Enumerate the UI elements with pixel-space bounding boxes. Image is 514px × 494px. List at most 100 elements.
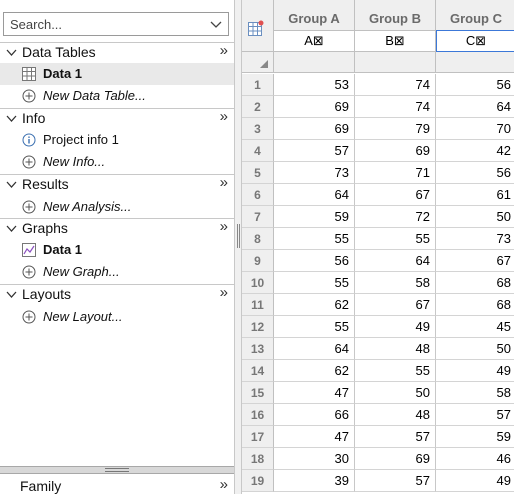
chevron-down-icon[interactable] bbox=[6, 289, 17, 300]
column-header-group-c[interactable]: Group C C⊠ bbox=[436, 0, 514, 52]
column-title[interactable]: Group A bbox=[274, 11, 354, 26]
table-cell[interactable]: 48 bbox=[355, 338, 436, 360]
table-cell[interactable]: 69 bbox=[274, 118, 355, 140]
vertical-splitter[interactable] bbox=[234, 0, 242, 494]
row-number[interactable]: 13 bbox=[242, 338, 274, 360]
table-cell[interactable]: 66 bbox=[274, 404, 355, 426]
table-cell[interactable]: 49 bbox=[355, 316, 436, 338]
row-number[interactable]: 15 bbox=[242, 382, 274, 404]
table-cell[interactable]: 73 bbox=[274, 162, 355, 184]
row-number[interactable]: 10 bbox=[242, 272, 274, 294]
row-number[interactable]: 16 bbox=[242, 404, 274, 426]
table-cell[interactable]: 69 bbox=[355, 448, 436, 470]
column-title[interactable]: Group C bbox=[436, 11, 514, 26]
row-number[interactable]: 19 bbox=[242, 470, 274, 492]
table-cell[interactable]: 55 bbox=[355, 228, 436, 250]
table-cell[interactable]: 49 bbox=[436, 360, 514, 382]
table-cell[interactable]: 48 bbox=[355, 404, 436, 426]
row-number[interactable]: 6 bbox=[242, 184, 274, 206]
table-cell[interactable]: 39 bbox=[274, 470, 355, 492]
new-graph-item[interactable]: New Graph... bbox=[0, 261, 234, 283]
chevron-down-icon[interactable] bbox=[6, 47, 17, 58]
table-cell[interactable]: 57 bbox=[355, 470, 436, 492]
table-cell[interactable]: 55 bbox=[274, 316, 355, 338]
table-cell[interactable]: 56 bbox=[274, 250, 355, 272]
chevron-down-icon[interactable] bbox=[6, 179, 17, 190]
table-cell[interactable]: 62 bbox=[274, 294, 355, 316]
new-layout-item[interactable]: New Layout... bbox=[0, 306, 234, 328]
table-cell[interactable]: 30 bbox=[274, 448, 355, 470]
nav-item-project-info[interactable]: Project info 1 bbox=[0, 129, 234, 151]
table-cell[interactable]: 45 bbox=[436, 316, 514, 338]
table-cell[interactable]: 67 bbox=[355, 294, 436, 316]
table-cell[interactable]: 67 bbox=[436, 250, 514, 272]
column-header-group-a[interactable]: Group A A⊠ bbox=[274, 0, 355, 52]
table-cell[interactable]: 47 bbox=[274, 426, 355, 448]
table-cell[interactable]: 68 bbox=[436, 294, 514, 316]
table-cell[interactable]: 67 bbox=[355, 184, 436, 206]
horizontal-splitter[interactable] bbox=[0, 466, 234, 474]
column-subtitle[interactable]: A⊠ bbox=[274, 30, 354, 52]
table-cell[interactable]: 68 bbox=[436, 272, 514, 294]
table-cell[interactable]: 49 bbox=[436, 470, 514, 492]
section-family[interactable]: Family » bbox=[0, 476, 234, 494]
column-subtitle[interactable]: B⊠ bbox=[355, 30, 435, 52]
expand-icon[interactable]: » bbox=[220, 108, 228, 125]
table-cell[interactable]: 56 bbox=[436, 162, 514, 184]
table-cell[interactable]: 50 bbox=[436, 338, 514, 360]
table-cell[interactable]: 42 bbox=[436, 140, 514, 162]
search-input[interactable]: Search... bbox=[10, 17, 62, 32]
expand-icon[interactable]: » bbox=[220, 174, 228, 191]
expand-icon[interactable]: » bbox=[220, 218, 228, 235]
column-subtitle[interactable]: C⊠ bbox=[436, 30, 514, 52]
table-cell[interactable]: 74 bbox=[355, 96, 436, 118]
chevron-down-icon[interactable] bbox=[6, 223, 17, 234]
table-cell[interactable]: 56 bbox=[436, 74, 514, 96]
table-cell[interactable]: 50 bbox=[436, 206, 514, 228]
table-cell[interactable]: 79 bbox=[355, 118, 436, 140]
nav-item-data-1[interactable]: Data 1 bbox=[0, 63, 234, 85]
table-settings-icon[interactable] bbox=[248, 20, 264, 36]
table-cell[interactable]: 46 bbox=[436, 448, 514, 470]
table-cell[interactable]: 70 bbox=[436, 118, 514, 140]
section-graphs[interactable]: Graphs » bbox=[0, 218, 234, 239]
table-cell[interactable]: 50 bbox=[355, 382, 436, 404]
row-number[interactable]: 9 bbox=[242, 250, 274, 272]
table-cell[interactable]: 59 bbox=[274, 206, 355, 228]
row-number[interactable]: 5 bbox=[242, 162, 274, 184]
table-cell[interactable]: 59 bbox=[436, 426, 514, 448]
row-number[interactable]: 4 bbox=[242, 140, 274, 162]
new-analysis-item[interactable]: New Analysis... bbox=[0, 196, 234, 218]
new-data-table-item[interactable]: New Data Table... bbox=[0, 85, 234, 107]
row-number[interactable]: 8 bbox=[242, 228, 274, 250]
row-number[interactable]: 18 bbox=[242, 448, 274, 470]
sheet-corner[interactable] bbox=[242, 0, 274, 52]
row-number[interactable]: 1 bbox=[242, 74, 274, 96]
row-number[interactable]: 11 bbox=[242, 294, 274, 316]
section-layouts[interactable]: Layouts » bbox=[0, 284, 234, 305]
table-cell[interactable]: 64 bbox=[274, 184, 355, 206]
table-cell[interactable]: 57 bbox=[355, 426, 436, 448]
table-cell[interactable]: 69 bbox=[355, 140, 436, 162]
table-cell[interactable]: 47 bbox=[274, 382, 355, 404]
chevron-down-icon[interactable] bbox=[6, 113, 17, 124]
row-number[interactable]: 17 bbox=[242, 426, 274, 448]
search-box[interactable]: Search... bbox=[3, 12, 229, 36]
row-number[interactable]: 14 bbox=[242, 360, 274, 382]
column-header-group-b[interactable]: Group B B⊠ bbox=[355, 0, 436, 52]
row-number[interactable]: 7 bbox=[242, 206, 274, 228]
expand-icon[interactable]: » bbox=[220, 284, 228, 301]
table-cell[interactable]: 57 bbox=[436, 404, 514, 426]
table-cell[interactable]: 58 bbox=[436, 382, 514, 404]
table-cell[interactable]: 61 bbox=[436, 184, 514, 206]
expand-icon[interactable]: » bbox=[220, 42, 228, 59]
row-number[interactable]: 2 bbox=[242, 96, 274, 118]
table-cell[interactable]: 58 bbox=[355, 272, 436, 294]
table-cell[interactable]: 73 bbox=[436, 228, 514, 250]
section-results[interactable]: Results » bbox=[0, 174, 234, 195]
new-info-item[interactable]: New Info... bbox=[0, 151, 234, 173]
table-cell[interactable]: 71 bbox=[355, 162, 436, 184]
section-info[interactable]: Info » bbox=[0, 108, 234, 129]
table-cell[interactable]: 64 bbox=[436, 96, 514, 118]
table-cell[interactable]: 55 bbox=[274, 228, 355, 250]
